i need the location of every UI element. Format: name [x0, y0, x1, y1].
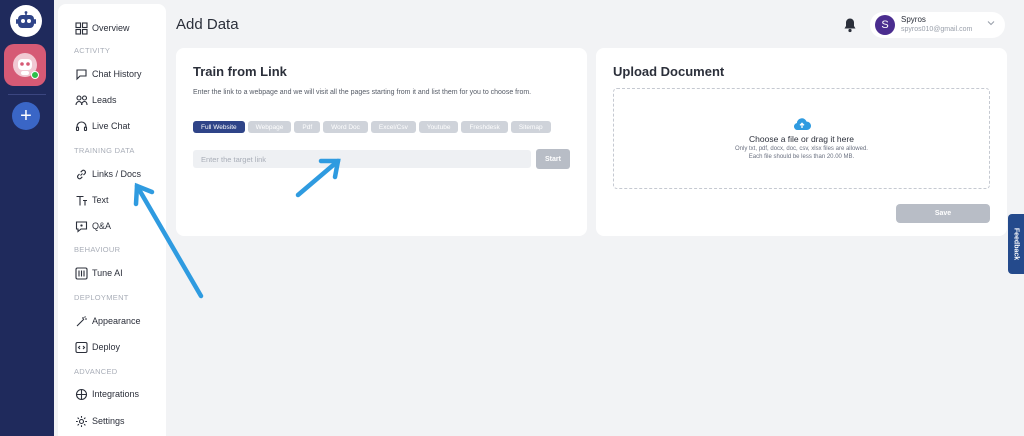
feedback-tab[interactable]: Feedback [1008, 214, 1024, 274]
rail-divider [8, 94, 46, 95]
app-logo[interactable] [10, 5, 42, 37]
page-title: Add Data [176, 16, 239, 33]
text-icon [74, 193, 88, 207]
app-rail: + [0, 0, 54, 436]
headset-icon [74, 119, 88, 133]
question-chat-icon [74, 219, 88, 233]
source-type-tabs: Full Website Webpage Pdf Word Doc Excel/… [193, 121, 551, 133]
code-window-icon [74, 340, 88, 354]
tab-word-doc[interactable]: Word Doc [323, 121, 368, 133]
tab-youtube[interactable]: Youtube [418, 121, 459, 133]
allowed-file-types: Only txt, pdf, docx, doc, csv, xlsx file… [735, 146, 868, 152]
sidebar-item-label: Links / Docs [92, 169, 142, 179]
sidebar-item-label: Settings [92, 416, 125, 426]
sidebar-item-leads[interactable]: Leads [74, 91, 117, 109]
link-icon [74, 167, 88, 181]
user-name: Spyros [901, 15, 926, 24]
chatbot-avatar[interactable] [4, 44, 46, 86]
file-dropzone[interactable]: Choose a file or drag it here Only txt, … [613, 88, 990, 189]
online-status-dot [31, 71, 39, 79]
sidebar-item-deploy[interactable]: Deploy [74, 338, 120, 356]
tab-freshdesk[interactable]: Freshdesk [461, 121, 508, 133]
card-title: Train from Link [193, 64, 287, 79]
chat-bubble-icon [74, 67, 88, 81]
sidebar-item-text[interactable]: Text [74, 191, 109, 209]
sidebar-item-label: Integrations [92, 389, 140, 399]
user-menu[interactable]: S Spyros spyros010@gmail.com [870, 12, 1005, 38]
sidebar-item-qa[interactable]: Q&A [74, 217, 111, 235]
card-description: Enter the link to a webpage and we will … [193, 89, 532, 96]
chevron-down-icon [987, 21, 995, 26]
sidebar-item-label: Text [92, 195, 109, 205]
card-title: Upload Document [613, 64, 725, 79]
tab-full-website[interactable]: Full Website [193, 121, 245, 133]
save-button[interactable]: Save [896, 204, 990, 223]
sidebar-item-label: Overview [92, 23, 130, 33]
sidebar-item-integrations[interactable]: Integrations [74, 385, 139, 403]
sidebar-item-label: Chat History [92, 69, 142, 79]
sidebar-item-label: Q&A [92, 221, 112, 231]
tab-webpage[interactable]: Webpage [247, 121, 292, 133]
target-link-input[interactable] [193, 150, 531, 168]
cloud-upload-icon [794, 118, 811, 131]
grid-icon [74, 21, 88, 35]
sidebar-item-label: Live Chat [92, 121, 131, 131]
sliders-icon [74, 266, 88, 280]
sidebar-item-overview[interactable]: Overview [74, 19, 130, 37]
section-deployment: DEPLOYMENT [74, 293, 129, 302]
sidebar-item-appearance[interactable]: Appearance [74, 312, 141, 330]
users-icon [74, 93, 88, 107]
add-chatbot-button[interactable]: + [12, 102, 40, 130]
section-training-data: TRAINING DATA [74, 146, 135, 155]
section-advanced: ADVANCED [74, 367, 118, 376]
sidebar-item-label: Tune AI [92, 268, 123, 278]
sidebar-item-label: Appearance [92, 316, 141, 326]
sidebar-item-chat-history[interactable]: Chat History [74, 65, 142, 83]
tab-pdf[interactable]: Pdf [294, 121, 321, 133]
sidebar: Overview ACTIVITY Chat History Leads Liv… [58, 4, 166, 436]
avatar: S [875, 15, 895, 35]
plus-icon: + [20, 105, 32, 127]
robot-logo-icon [16, 11, 36, 28]
file-size-limit: Each file should be less than 20.00 MB. [748, 154, 855, 160]
start-button[interactable]: Start [536, 149, 570, 169]
tab-sitemap[interactable]: Sitemap [510, 121, 551, 133]
upload-document-card: Upload Document Choose a file or drag it… [596, 48, 1007, 236]
user-email: spyros010@gmail.com [901, 26, 973, 33]
sidebar-item-links-docs[interactable]: Links / Docs [74, 165, 141, 183]
notifications-button[interactable] [843, 17, 857, 33]
gear-icon [74, 414, 88, 428]
tab-excel-csv[interactable]: Excel/Csv [370, 121, 416, 133]
dropzone-title: Choose a file or drag it here [749, 134, 854, 144]
sidebar-item-label: Leads [92, 95, 117, 105]
section-activity: ACTIVITY [74, 46, 111, 55]
sidebar-item-label: Deploy [92, 342, 121, 352]
sidebar-item-settings[interactable]: Settings [74, 412, 125, 430]
feedback-label: Feedback [1012, 227, 1020, 261]
bell-icon [844, 18, 856, 33]
magic-wand-icon [74, 314, 88, 328]
integrations-icon [74, 387, 88, 401]
sidebar-item-tune-ai[interactable]: Tune AI [74, 264, 123, 282]
train-from-link-card: Train from Link Enter the link to a webp… [176, 48, 587, 236]
section-behaviour: BEHAVIOUR [74, 245, 121, 254]
sidebar-item-live-chat[interactable]: Live Chat [74, 117, 130, 135]
